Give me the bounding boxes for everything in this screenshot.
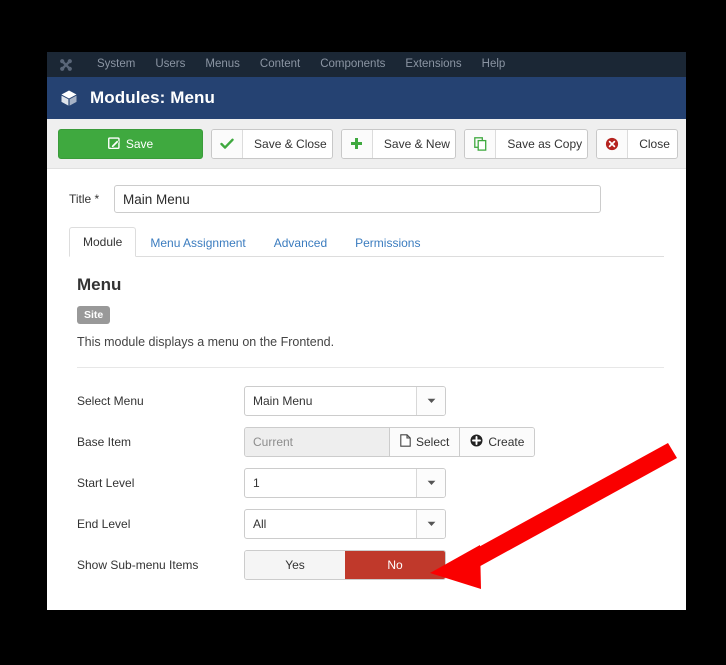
save-and-close-label: Save & Close (254, 136, 327, 151)
base-item-input-group: Current Select Create (244, 426, 536, 457)
show-submenu-items-label: Show Sub-menu Items (77, 557, 199, 572)
tab-module[interactable]: Module (69, 227, 137, 257)
save-as-copy-label: Save as Copy (507, 136, 583, 151)
chevron-down-icon[interactable] (416, 468, 445, 497)
page-header: Modules: Menu (47, 77, 686, 119)
nav-item-users[interactable]: Users (145, 52, 195, 77)
select-menu-dropdown[interactable]: Main Menu (244, 385, 446, 416)
tab-advanced[interactable]: Advanced (260, 228, 341, 257)
end-level-label: End Level (77, 516, 131, 531)
module-edit-form: Title * Module Menu Assignment Advanced … (47, 169, 686, 585)
edit-pencil-icon (107, 130, 121, 158)
select-menu-value: Main Menu (253, 393, 313, 408)
module-description: This module displays a menu on the Front… (77, 335, 335, 349)
nav-item-help[interactable]: Help (472, 52, 516, 77)
chevron-down-icon[interactable] (416, 509, 445, 538)
end-level-row: End Level All (77, 503, 664, 544)
admin-navigation-bar: System Users Menus Content Components Ex… (47, 52, 686, 77)
select-menu-row: Select Menu Main Menu (77, 380, 664, 421)
save-as-copy-button[interactable]: Save as Copy (464, 128, 589, 159)
base-item-create-button[interactable]: Create (459, 427, 535, 456)
check-icon (212, 129, 244, 158)
save-button-label: Save (125, 136, 154, 151)
base-item-value: Current (245, 427, 389, 456)
nav-item-content[interactable]: Content (250, 52, 310, 77)
module-options-fields: Select Menu Main Menu Base Item Current (69, 368, 664, 585)
end-level-value: All (253, 516, 267, 531)
select-menu-label: Select Menu (77, 393, 144, 408)
editor-toolbar: Save Save & Close Save & New Save as Cop… (47, 119, 686, 169)
start-level-dropdown[interactable]: 1 (244, 467, 446, 498)
save-and-new-button[interactable]: Save & New (340, 128, 457, 159)
nav-item-components[interactable]: Components (310, 52, 395, 77)
start-level-label: Start Level (77, 475, 135, 490)
tab-menu-assignment[interactable]: Menu Assignment (136, 228, 259, 257)
title-input[interactable] (114, 185, 601, 213)
plus-icon (341, 129, 373, 158)
base-item-select-button[interactable]: Select (389, 427, 460, 456)
copy-icon (465, 129, 497, 158)
page-title: Modules: Menu (90, 88, 216, 107)
save-and-new-label: Save & New (383, 136, 450, 151)
nav-item-extensions[interactable]: Extensions (395, 52, 471, 77)
save-and-close-button[interactable]: Save & Close (211, 128, 333, 159)
show-submenu-yes-option[interactable]: Yes (245, 550, 345, 579)
start-level-row: Start Level 1 (77, 462, 664, 503)
module-cube-icon (59, 88, 79, 108)
show-submenu-items-row: Show Sub-menu Items Yes No (77, 544, 664, 585)
tab-permissions[interactable]: Permissions (341, 228, 434, 257)
base-item-create-label: Create (488, 434, 525, 449)
title-field-label: Title * (69, 192, 100, 206)
start-level-value: 1 (253, 475, 260, 490)
base-item-row: Base Item Current Select Create (77, 421, 664, 462)
title-field-row: Title * (69, 185, 664, 213)
close-circle-icon (597, 129, 629, 158)
close-button-label: Close (639, 136, 670, 151)
joomla-logo-icon[interactable] (57, 56, 75, 74)
module-info-section: Menu Site This module displays a menu on… (69, 257, 664, 349)
status-badge: Site (77, 306, 111, 324)
close-button[interactable]: Close (596, 128, 678, 159)
base-item-label: Base Item (77, 434, 132, 449)
base-item-select-label: Select (416, 434, 450, 449)
plus-circle-icon (470, 434, 483, 450)
end-level-dropdown[interactable]: All (244, 508, 446, 539)
show-submenu-no-option[interactable]: No (345, 550, 445, 579)
module-type-heading: Menu (77, 275, 122, 294)
joomla-admin-window: System Users Menus Content Components Ex… (47, 52, 686, 610)
chevron-down-icon[interactable] (416, 386, 445, 415)
show-submenu-items-toggle: Yes No (244, 549, 446, 580)
nav-item-system[interactable]: System (87, 52, 145, 77)
nav-item-menus[interactable]: Menus (195, 52, 250, 77)
save-button[interactable]: Save (58, 128, 204, 159)
file-icon (400, 433, 411, 450)
module-tabs: Module Menu Assignment Advanced Permissi… (69, 227, 664, 257)
